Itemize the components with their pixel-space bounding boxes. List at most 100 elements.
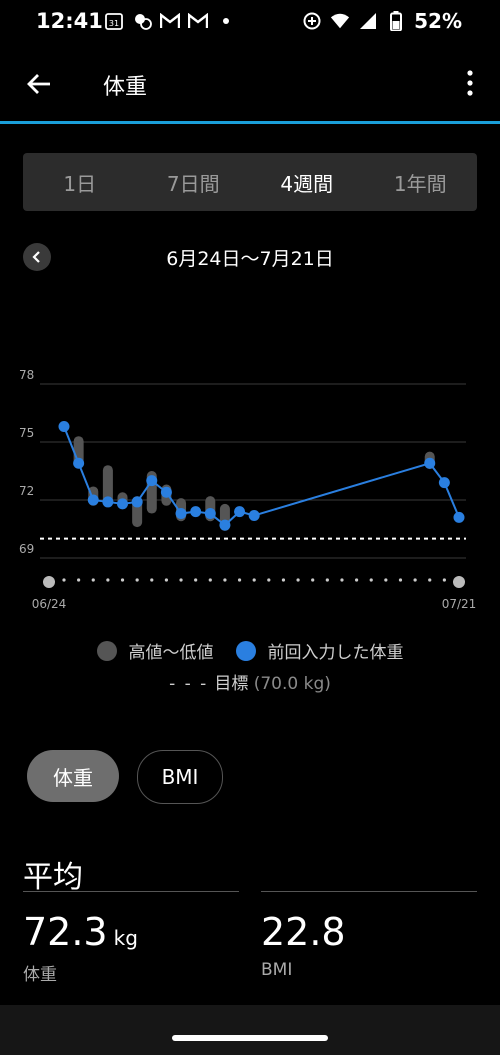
page-title: 体重 xyxy=(103,75,148,100)
average-weight-number: 72.3 xyxy=(23,910,108,954)
gmail-icon xyxy=(160,11,180,31)
y-tick-label: 69 xyxy=(19,542,34,556)
y-tick-label: 75 xyxy=(19,426,34,440)
x-axis-dot xyxy=(106,578,110,582)
status-time: 12:41 xyxy=(36,9,103,33)
weight-toggle-button[interactable]: 体重 xyxy=(27,750,119,802)
legend-last-label: 前回入力した体重 xyxy=(267,643,404,663)
x-axis-dot xyxy=(179,578,183,582)
more-notifications-dot-icon xyxy=(216,11,236,31)
bmi-toggle-button[interactable]: BMI xyxy=(137,750,223,804)
legend-goal-value: (70.0 kg) xyxy=(253,674,331,694)
x-axis-dot xyxy=(428,578,432,582)
wifi-icon xyxy=(330,11,350,31)
x-start-marker xyxy=(43,576,55,588)
average-weight-label: 体重 xyxy=(23,965,57,985)
x-tick-label-end: 07/21 xyxy=(442,597,477,611)
x-axis-dot xyxy=(62,578,66,582)
weight-point xyxy=(248,509,260,521)
x-axis-dot xyxy=(340,578,344,582)
average-weight-value: 72.3 kg xyxy=(23,910,138,954)
x-axis-dot xyxy=(281,578,286,582)
average-bmi-value: 22.8 xyxy=(261,910,346,954)
x-axis-dot xyxy=(91,578,95,582)
weight-chart: 78 75 72 69 06/24 07/21 xyxy=(19,368,477,611)
legend-goal: - - - 目標 (70.0 kg) xyxy=(0,669,500,694)
average-weight-unit: kg xyxy=(113,926,138,950)
y-tick-label: 72 xyxy=(19,484,34,498)
weight-point xyxy=(58,421,70,433)
x-axis-dot xyxy=(223,578,227,582)
calendar-day: 31 xyxy=(109,19,119,28)
x-axis-dot xyxy=(164,578,169,582)
weight-point xyxy=(453,511,465,523)
divider-right xyxy=(261,891,477,892)
x-axis-dot xyxy=(442,578,446,582)
legend-range: 高値〜低値 xyxy=(96,638,214,663)
tab-7-days[interactable]: 7日間 xyxy=(137,153,251,211)
x-axis-dot xyxy=(398,578,403,582)
x-axis-dot xyxy=(77,578,81,582)
x-axis-dot xyxy=(150,578,154,582)
weight-point xyxy=(146,475,158,487)
weight-point xyxy=(438,477,450,489)
weight-point xyxy=(234,506,246,518)
arrow-left-icon xyxy=(27,74,50,94)
home-indicator[interactable] xyxy=(172,1035,328,1041)
x-axis-dot xyxy=(237,578,242,582)
battery-percent: 52% xyxy=(414,9,462,33)
system-icons: 52% xyxy=(302,9,462,33)
more-vert-icon xyxy=(467,70,473,96)
weight-point xyxy=(424,457,436,469)
tab-1-day[interactable]: 1日 xyxy=(23,153,137,211)
weight-point xyxy=(219,519,231,531)
weight-point xyxy=(204,508,216,520)
app-bar: 体重 xyxy=(0,50,500,116)
weight-point xyxy=(160,486,172,498)
average-bmi-label: BMI xyxy=(261,960,293,980)
more-options-button[interactable] xyxy=(462,68,478,98)
x-axis-dot xyxy=(413,578,417,582)
chevron-left-icon xyxy=(32,251,40,263)
y-tick-label: 78 xyxy=(19,368,34,382)
previous-period-button[interactable] xyxy=(23,243,51,271)
legend-last-swatch xyxy=(235,640,256,661)
data-saver-icon xyxy=(302,11,322,31)
calendar-icon: 31 xyxy=(104,11,124,31)
weight-point xyxy=(190,506,202,518)
x-axis-dot xyxy=(252,578,256,582)
weight-point xyxy=(117,498,129,510)
x-axis-dot xyxy=(120,578,125,582)
x-axis-dot xyxy=(354,578,359,582)
weight-point xyxy=(87,494,99,506)
header-accent-line xyxy=(0,121,500,124)
date-range-row: 6月24日〜7月21日 xyxy=(0,240,500,274)
status-bar: 12:41 31 52% xyxy=(0,0,500,44)
weather-icon xyxy=(132,11,152,31)
weight-line xyxy=(63,426,460,527)
legend-goal-label: 目標 xyxy=(214,674,249,694)
date-range-label: 6月24日〜7月21日 xyxy=(166,248,334,270)
back-button[interactable] xyxy=(24,68,56,100)
bottom-card-edge xyxy=(0,1005,500,1055)
legend-last: 前回入力した体重 xyxy=(235,638,404,663)
x-axis-dot xyxy=(384,578,388,582)
legend-goal-dash: - - - xyxy=(169,674,209,694)
weight-point xyxy=(175,508,187,520)
divider-left xyxy=(23,891,239,892)
x-axis-dot xyxy=(369,578,373,582)
x-axis-dot xyxy=(311,578,315,582)
x-axis-dot xyxy=(208,578,212,582)
tab-4-weeks[interactable]: 4週間 xyxy=(250,153,364,211)
legend-range-label: 高値〜低値 xyxy=(128,643,214,663)
x-axis-dot xyxy=(135,578,139,582)
notification-icons: 31 xyxy=(104,11,236,31)
x-axis-dot xyxy=(325,578,329,582)
weight-point xyxy=(102,496,114,508)
gmail-icon-2 xyxy=(188,11,208,31)
signal-icon xyxy=(358,11,378,31)
x-axis-dot xyxy=(194,578,198,582)
average-title: 平均 xyxy=(23,860,83,895)
chart-legend: 高値〜低値 前回入力した体重 xyxy=(0,638,500,663)
tab-1-year[interactable]: 1年間 xyxy=(364,153,478,211)
